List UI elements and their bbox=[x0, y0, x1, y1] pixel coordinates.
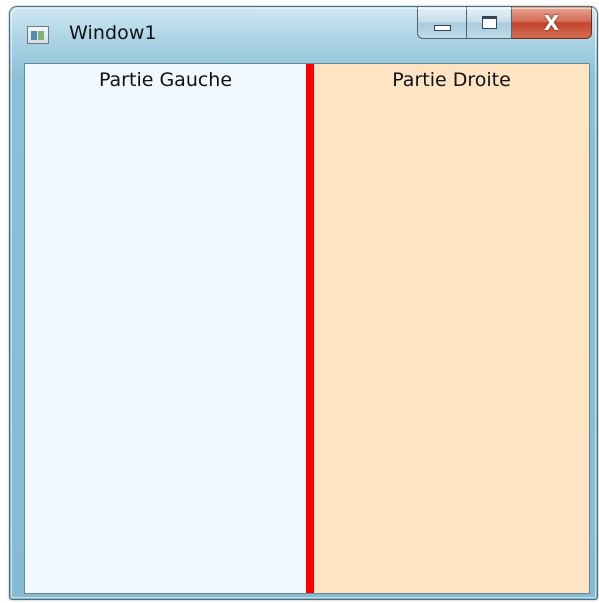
title-bar[interactable]: Window1 X bbox=[10, 7, 597, 57]
window-frame: Window1 X Partie Gauche Partie Droite bbox=[9, 6, 598, 600]
close-icon: X bbox=[543, 10, 560, 35]
window-title: Window1 bbox=[69, 22, 157, 44]
client-area: Partie Gauche Partie Droite bbox=[24, 63, 590, 594]
app-icon-bar-left bbox=[31, 31, 37, 40]
grid-splitter[interactable] bbox=[306, 64, 314, 593]
close-button[interactable]: X bbox=[512, 7, 592, 39]
maximize-button[interactable] bbox=[467, 7, 512, 39]
minimize-icon bbox=[433, 24, 451, 31]
right-pane: Partie Droite bbox=[314, 64, 589, 593]
right-pane-label: Partie Droite bbox=[392, 69, 511, 91]
window-app-icon[interactable] bbox=[27, 26, 49, 44]
minimize-button[interactable] bbox=[417, 7, 467, 39]
caption-buttons: X bbox=[417, 7, 592, 40]
app-icon-bar-right bbox=[38, 31, 44, 40]
left-pane-label: Partie Gauche bbox=[98, 69, 233, 91]
maximize-icon bbox=[481, 16, 497, 29]
left-pane: Partie Gauche bbox=[25, 64, 306, 593]
